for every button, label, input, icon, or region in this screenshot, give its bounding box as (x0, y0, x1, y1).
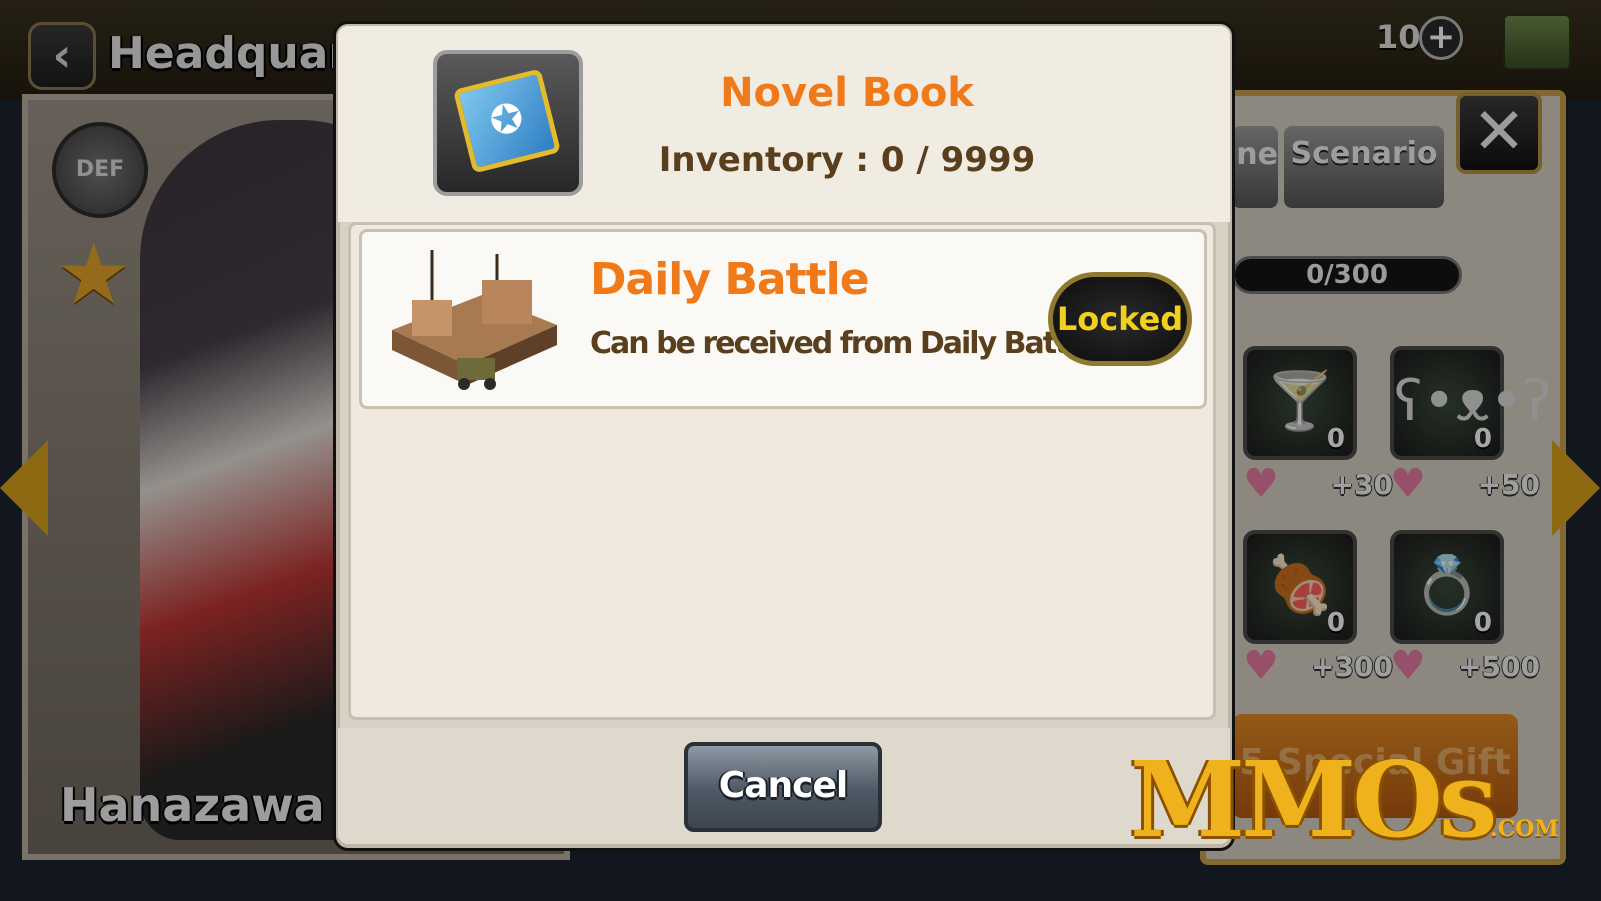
source-description: Can be received from Daily Battle (590, 326, 1096, 361)
mmos-domain: .COM (1490, 816, 1559, 842)
source-title: Daily Battle (590, 254, 870, 305)
cancel-button[interactable]: Cancel (684, 742, 882, 832)
locked-button[interactable]: Locked (1048, 272, 1192, 366)
mmos-logo: MMOs (1130, 738, 1497, 861)
inventory-count: Inventory : 0 / 9999 (658, 140, 1036, 180)
hq-building-icon (392, 250, 557, 390)
item-name: Novel Book (720, 70, 974, 116)
